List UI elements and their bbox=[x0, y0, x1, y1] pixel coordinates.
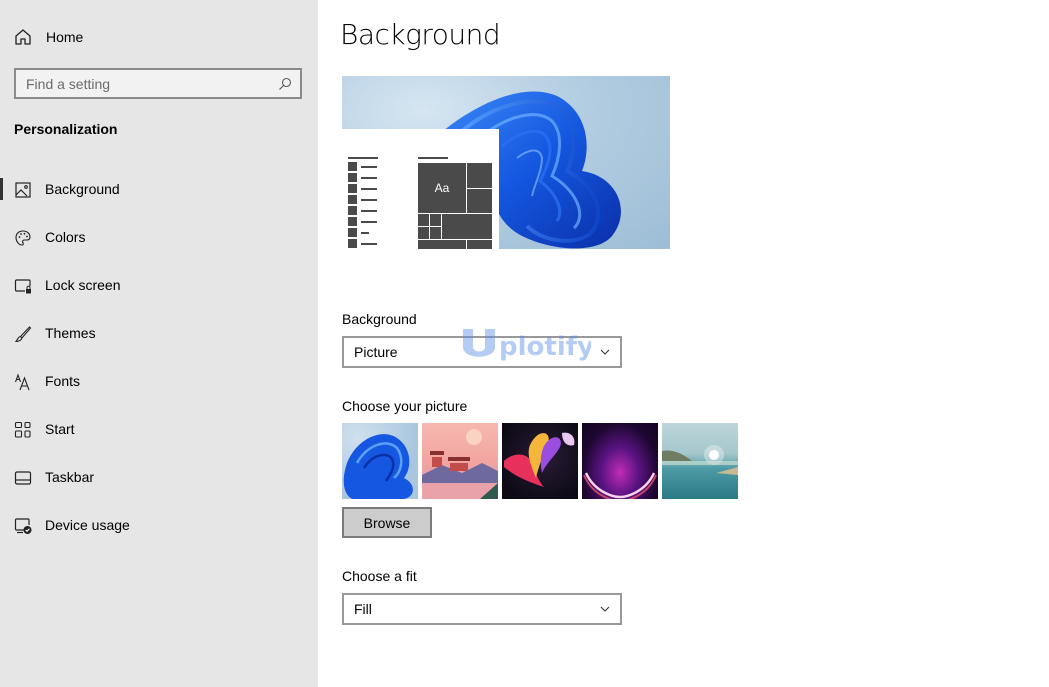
sidebar-item-label: Fonts bbox=[45, 373, 81, 389]
chevron-down-icon bbox=[600, 349, 610, 355]
lock-screen-icon bbox=[14, 279, 31, 294]
background-dropdown-value: Picture bbox=[354, 344, 398, 360]
preview-start-menu: Aa bbox=[342, 129, 499, 249]
sidebar-item-fonts[interactable]: Fonts bbox=[0, 362, 318, 410]
palette-icon bbox=[15, 230, 31, 246]
fit-dropdown[interactable]: Fill bbox=[342, 593, 622, 625]
browse-button[interactable]: Browse bbox=[342, 507, 432, 538]
sidebar-nav: Background Colors Lock screen Themes Fon… bbox=[0, 170, 318, 554]
sidebar-item-themes[interactable]: Themes bbox=[0, 314, 318, 362]
picture-thumbnail[interactable] bbox=[662, 423, 738, 499]
home-link[interactable]: Home bbox=[14, 26, 83, 48]
picture-thumbnail[interactable] bbox=[422, 423, 498, 499]
search-box[interactable] bbox=[14, 68, 302, 99]
search-input[interactable] bbox=[26, 75, 266, 92]
picture-thumbnail[interactable] bbox=[342, 423, 418, 499]
device-usage-icon bbox=[14, 518, 32, 534]
choose-picture-label: Choose your picture bbox=[342, 398, 468, 414]
taskbar-icon bbox=[14, 471, 32, 485]
preview-tile-text: Aa bbox=[434, 181, 450, 195]
brush-icon bbox=[14, 326, 32, 343]
main-content: Background Aa Background Picture plotify… bbox=[318, 0, 1049, 687]
section-title: Personalization bbox=[14, 121, 118, 137]
sidebar-item-start[interactable]: Start bbox=[0, 410, 318, 458]
chevron-down-icon bbox=[600, 606, 610, 612]
page-title: Background bbox=[340, 18, 501, 51]
sidebar-item-lock-screen[interactable]: Lock screen bbox=[0, 266, 318, 314]
sidebar-item-device-usage[interactable]: Device usage bbox=[0, 506, 318, 554]
start-grid-icon bbox=[14, 421, 31, 438]
choose-fit-label: Choose a fit bbox=[342, 568, 417, 584]
sidebar-item-label: Colors bbox=[45, 229, 86, 245]
home-icon bbox=[15, 29, 31, 45]
sidebar-item-taskbar[interactable]: Taskbar bbox=[0, 458, 318, 506]
fit-dropdown-value: Fill bbox=[354, 601, 372, 617]
sidebar-item-colors[interactable]: Colors bbox=[0, 218, 318, 266]
sidebar-item-label: Background bbox=[45, 181, 120, 197]
preview-tile-large: Aa bbox=[418, 163, 466, 213]
sidebar-item-label: Taskbar bbox=[45, 469, 95, 485]
sidebar: Home Personalization Background Colors bbox=[0, 0, 318, 687]
sidebar-item-label: Themes bbox=[45, 325, 96, 341]
sidebar-item-background[interactable]: Background bbox=[0, 170, 318, 218]
picture-icon bbox=[15, 182, 31, 198]
search-icon[interactable] bbox=[278, 77, 292, 91]
background-dropdown[interactable]: Picture bbox=[342, 336, 622, 368]
home-label: Home bbox=[46, 29, 84, 45]
sidebar-item-label: Start bbox=[45, 421, 75, 437]
sidebar-item-label: Lock screen bbox=[45, 277, 121, 293]
picture-thumbnail[interactable] bbox=[582, 423, 658, 499]
fonts-icon bbox=[14, 373, 30, 391]
sidebar-item-label: Device usage bbox=[45, 517, 130, 533]
background-label: Background bbox=[342, 311, 417, 327]
picture-thumbnails bbox=[342, 423, 738, 499]
picture-thumbnail[interactable] bbox=[502, 423, 578, 499]
desktop-preview: Aa bbox=[342, 76, 670, 249]
